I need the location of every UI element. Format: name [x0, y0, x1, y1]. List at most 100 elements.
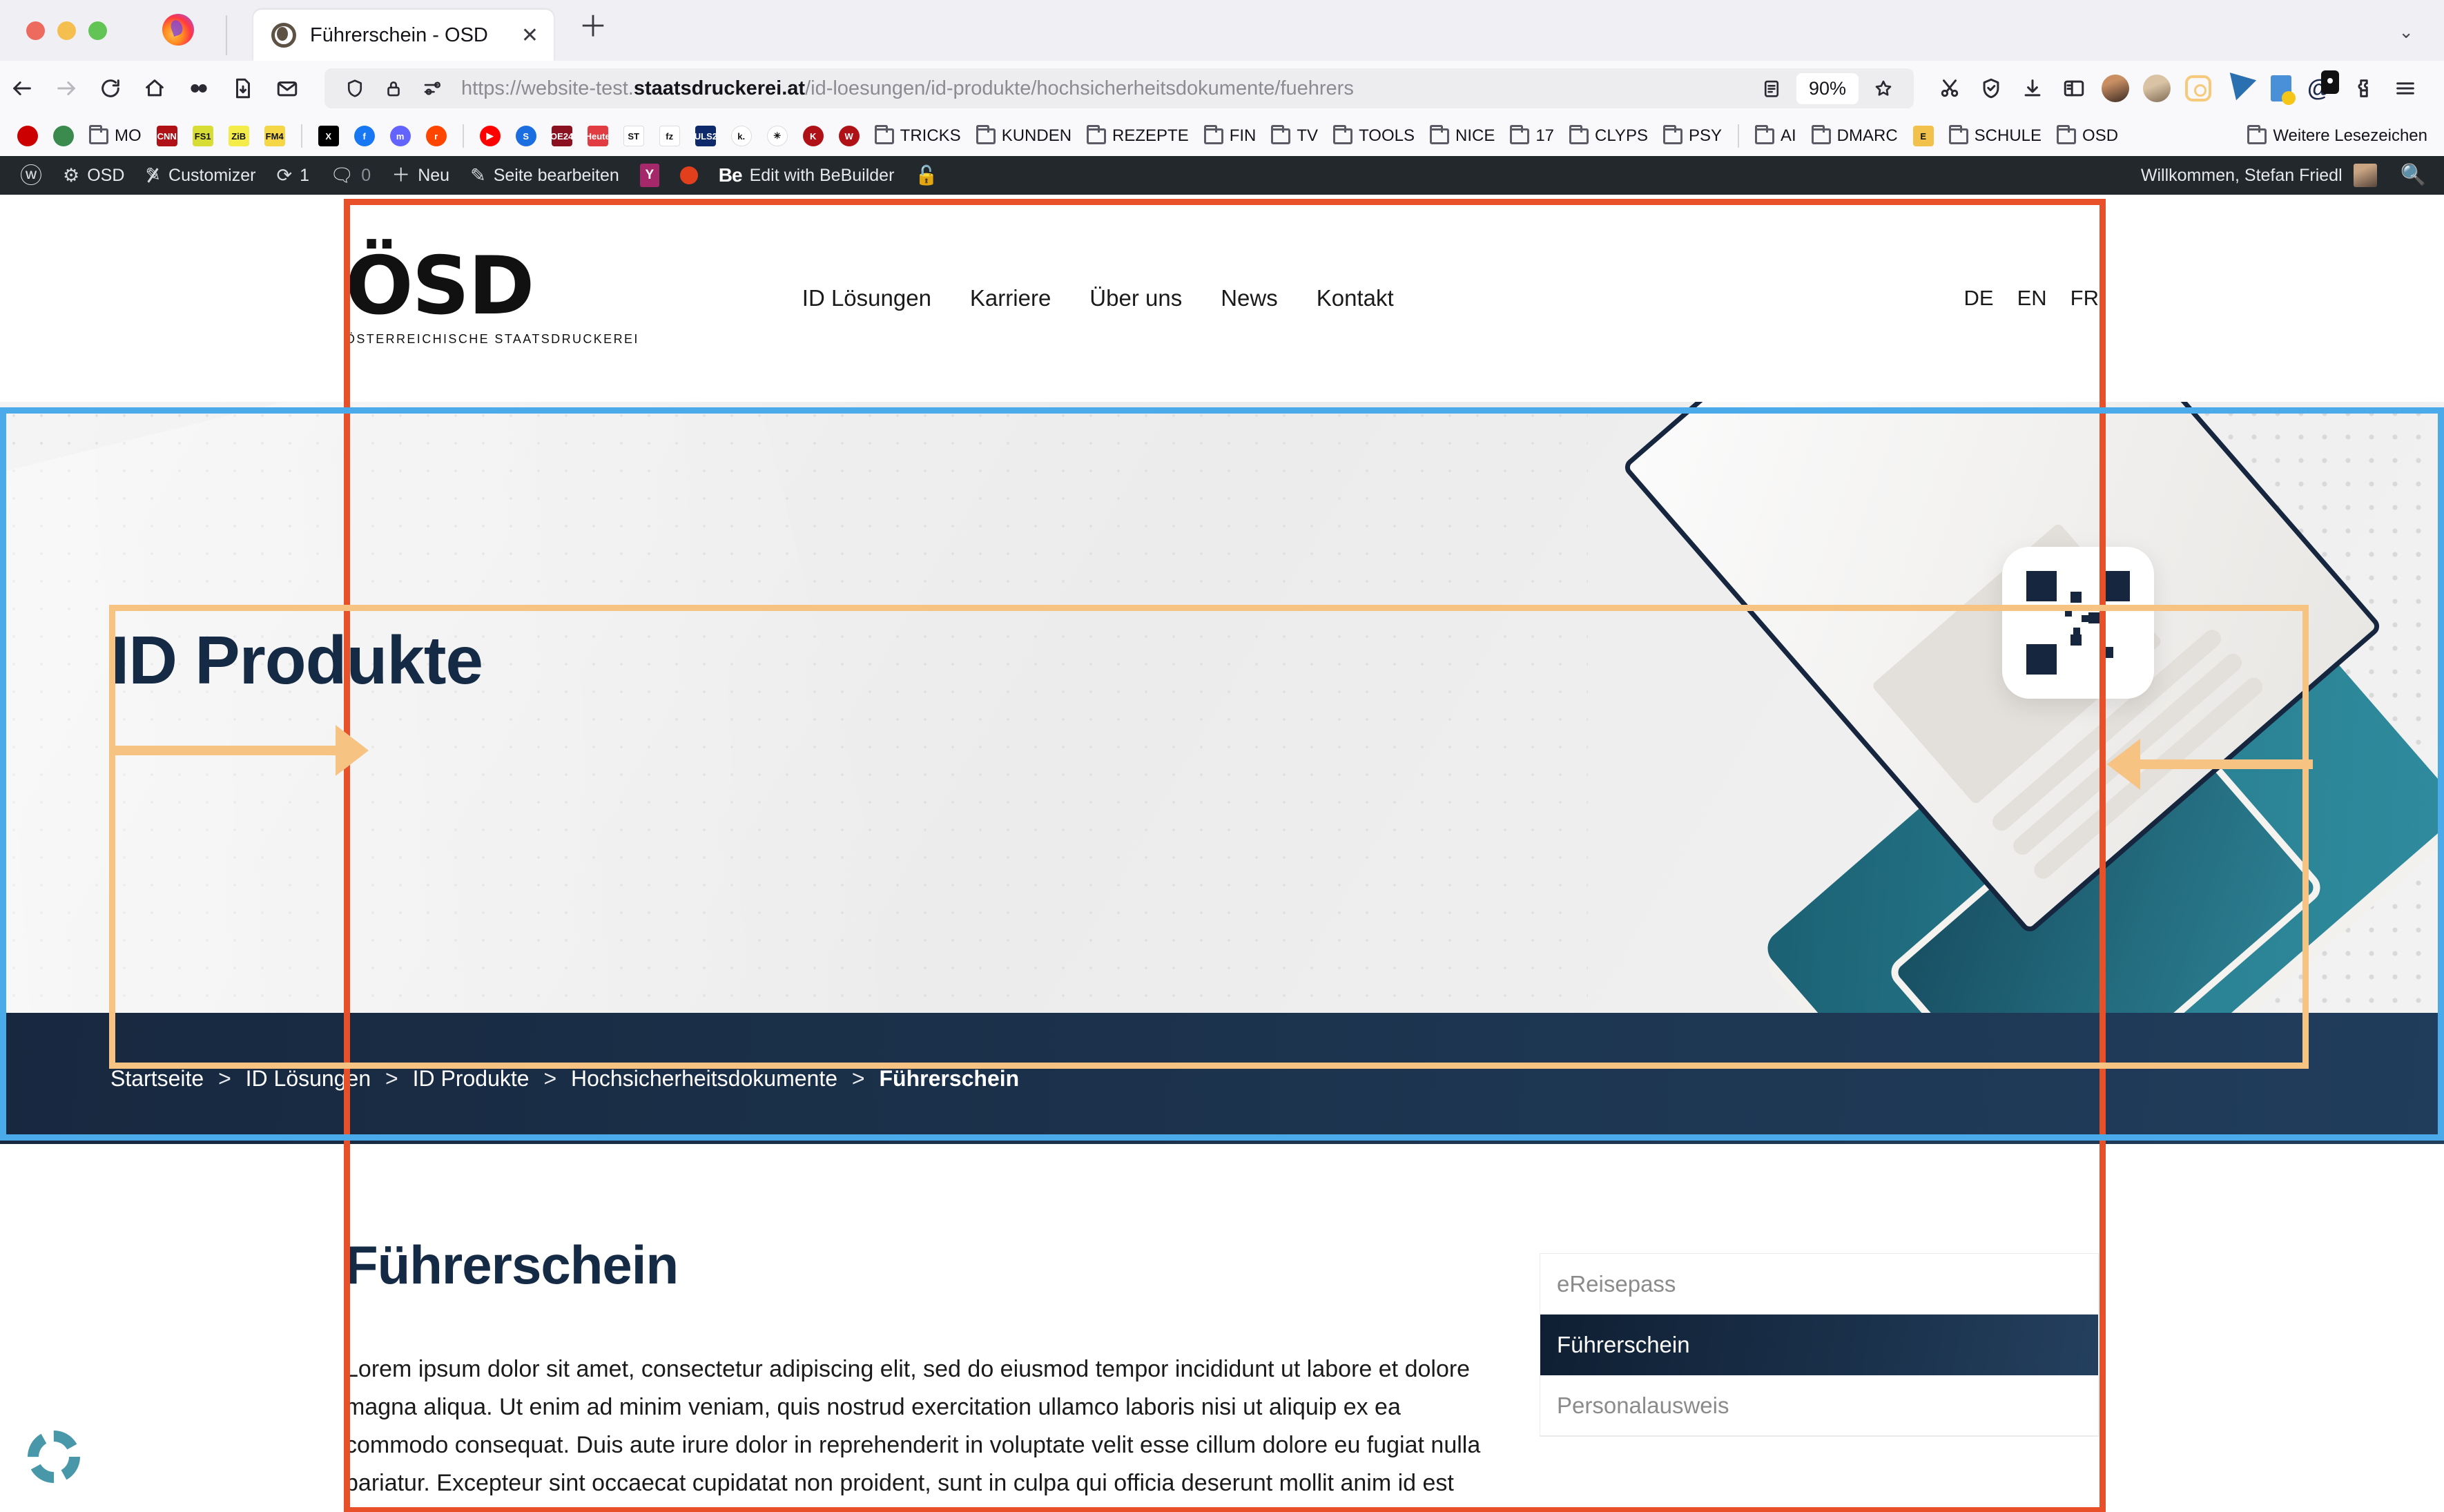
bookmark-item-mo[interactable]: MO: [81, 121, 149, 151]
instagram-extension-icon[interactable]: [2178, 68, 2219, 109]
bookmark-item-reddit-icon[interactable]: r: [418, 121, 454, 151]
bookmark-item-puls24-icon[interactable]: PULS24: [688, 121, 724, 151]
bookmark-item-cnn-icon[interactable]: CNN: [149, 121, 185, 151]
lock-icon[interactable]: [376, 70, 411, 106]
bookmark-item-17[interactable]: 17: [1502, 121, 1562, 151]
zoom-level-badge[interactable]: 90%: [1796, 72, 1859, 104]
admin-bar-item-updates[interactable]: ⟳ 1: [266, 156, 320, 195]
admin-bar-item-edit-page[interactable]: ✎ Seite bearbeiten: [460, 156, 630, 195]
search-icon[interactable]: 🔍: [2401, 165, 2426, 186]
mail-badge-extension-icon[interactable]: @: [2302, 68, 2343, 109]
sidebar-item-personalausweis[interactable]: Personalausweis: [1540, 1375, 2098, 1436]
bookmark-item-greenpeace-icon[interactable]: [46, 121, 81, 151]
close-window-button[interactable]: [26, 21, 45, 40]
bookmark-item-psy[interactable]: PSY: [1656, 121, 1729, 151]
admin-bar-item-yoast[interactable]: Y: [630, 156, 670, 195]
bookmark-item-schule[interactable]: SCHULE: [1941, 121, 2049, 151]
minimize-window-button[interactable]: [57, 21, 76, 40]
bookmark-item-tricks[interactable]: TRICKS: [867, 121, 969, 151]
breadcrumb-item-id-produkte[interactable]: ID Produkte: [413, 1066, 530, 1091]
site-permissions-sliders-icon[interactable]: [414, 70, 450, 106]
bookmark-item-kunden[interactable]: KUNDEN: [969, 121, 1079, 151]
bookmark-item-heute-icon[interactable]: Heute: [580, 121, 616, 151]
bookmark-item-facebook-icon[interactable]: f: [347, 121, 382, 151]
new-tab-button[interactable]: ＋: [579, 3, 608, 46]
pocket-infinity-icon[interactable]: [177, 66, 221, 110]
reload-icon[interactable]: [88, 66, 133, 110]
bookmark-item-fs1-icon[interactable]: FS1: [185, 121, 221, 151]
bookmark-item-zib-icon[interactable]: ZiB: [221, 121, 257, 151]
admin-bar-item-customizer[interactable]: ✎ Customizer: [135, 156, 266, 195]
bookmark-item-kurier-icon[interactable]: K: [795, 121, 831, 151]
profile-avatar[interactable]: [2095, 68, 2136, 109]
admin-bar-item-bebuilder[interactable]: Be Edit with BeBuilder: [708, 156, 905, 195]
sidebar-item-ereisepass[interactable]: eReisepass: [1540, 1254, 2098, 1315]
admin-bar-item-status[interactable]: [670, 156, 708, 195]
maximize-window-button[interactable]: [88, 21, 107, 40]
bookmark-item-osd[interactable]: OSD: [2049, 121, 2126, 151]
address-bar[interactable]: https://website-test.staatsdruckerei.at/…: [324, 68, 1914, 108]
bookmark-item-fin[interactable]: FIN: [1196, 121, 1264, 151]
bookmark-star-icon[interactable]: [1865, 70, 1901, 106]
site-logo[interactable]: ÖSD ÖSTERREICHISCHE STAATSDRUCKEREI: [345, 246, 639, 347]
browser-tab[interactable]: Führerschein - OSD ✕: [253, 10, 554, 61]
admin-bar-item-unlock[interactable]: 🔓: [904, 156, 949, 195]
bookmark-item-target-icon[interactable]: [10, 121, 46, 151]
document-download-extension-icon[interactable]: [2260, 68, 2302, 109]
url-text[interactable]: https://website-test.staatsdruckerei.at/…: [461, 77, 1751, 100]
forward-arrow-icon[interactable]: [44, 66, 88, 110]
breadcrumb-item-startseite[interactable]: Startseite: [110, 1066, 204, 1091]
back-arrow-icon[interactable]: [0, 66, 44, 110]
screenshot-scissors-icon[interactable]: [1929, 68, 1970, 109]
tracking-protection-shield-icon[interactable]: [337, 70, 373, 106]
mail-icon[interactable]: [265, 66, 309, 110]
shield-check-icon[interactable]: [1970, 68, 2012, 109]
lightning-extension-icon[interactable]: [2219, 68, 2260, 109]
bookmark-item-edelweiss-icon[interactable]: ✳: [759, 121, 795, 151]
breadcrumb-item-hochsicherheitsdokumente[interactable]: Hochsicherheitsdokumente: [571, 1066, 837, 1091]
bookmark-item-oe24-icon[interactable]: OE24: [544, 121, 580, 151]
list-all-tabs-chevron-down-icon[interactable]: ⌄: [2398, 21, 2414, 43]
lang-fr[interactable]: FR: [2070, 286, 2099, 311]
home-icon[interactable]: [133, 66, 177, 110]
bookmark-item-youtube-icon[interactable]: ▶: [472, 121, 508, 151]
container-avatar[interactable]: [2136, 68, 2178, 109]
admin-bar-item-new[interactable]: ＋ Neu: [381, 156, 460, 195]
hamburger-menu-icon[interactable]: [2385, 68, 2426, 109]
bookmark-item-tools[interactable]: TOOLS: [1326, 121, 1422, 151]
bookmark-item-wienerzeitung-icon[interactable]: W: [831, 121, 867, 151]
breadcrumb-item-id-loesungen[interactable]: ID Lösungen: [246, 1066, 371, 1091]
nav-item-kontakt[interactable]: Kontakt: [1317, 285, 1394, 311]
bookmark-item-dmarc[interactable]: DMARC: [1804, 121, 1905, 151]
nav-item-karriere[interactable]: Karriere: [970, 285, 1051, 311]
close-tab-button[interactable]: ✕: [521, 23, 539, 48]
bookmark-item-sparkasse-icon[interactable]: S: [508, 121, 544, 151]
admin-bar-item-site[interactable]: ⚙ OSD: [52, 156, 135, 195]
bookmark-item-fm4-icon[interactable]: FM4: [257, 121, 293, 151]
bookmark-item-mastodon-icon[interactable]: m: [382, 121, 418, 151]
nav-item-id-loesungen[interactable]: ID Lösungen: [802, 285, 931, 311]
admin-bar-item-comments[interactable]: 🗨 0: [320, 156, 381, 195]
lang-de[interactable]: DE: [1964, 286, 1994, 311]
bookmark-item-evernote-icon[interactable]: E: [1905, 121, 1941, 151]
save-page-icon[interactable]: [221, 66, 265, 110]
bookmark-item-ai[interactable]: AI: [1747, 121, 1804, 151]
nav-item-ueber-uns[interactable]: Über uns: [1089, 285, 1182, 311]
bookmark-item-clyps[interactable]: CLYPS: [1562, 121, 1656, 151]
downloads-icon[interactable]: [2012, 68, 2053, 109]
bookmark-overflow-folder[interactable]: Weitere Lesezeichen: [2240, 121, 2444, 151]
admin-bar-account[interactable]: Willkommen, Stefan Friedl 🔍: [2141, 164, 2444, 187]
bookmark-item-standard-icon[interactable]: ST: [616, 121, 652, 151]
sidebar-item-fuehrerschein[interactable]: Führerschein: [1540, 1315, 2098, 1375]
bookmark-item-rezepte[interactable]: REZEPTE: [1079, 121, 1196, 151]
sidebar-toggle-icon[interactable]: [2053, 68, 2095, 109]
wordpress-logo-icon[interactable]: ⓦ: [10, 156, 52, 195]
bookmark-item-x-twitter-icon[interactable]: X: [311, 121, 347, 151]
bookmark-item-krone-kurier-icon[interactable]: k.: [724, 121, 759, 151]
bookmark-item-falter-icon[interactable]: fz: [652, 121, 688, 151]
extension-puzzle-icon[interactable]: [2343, 68, 2385, 109]
bookmark-item-tv[interactable]: TV: [1263, 121, 1326, 151]
reader-view-icon[interactable]: [1754, 70, 1790, 106]
nav-item-news[interactable]: News: [1221, 285, 1278, 311]
lang-en[interactable]: EN: [2017, 286, 2047, 311]
